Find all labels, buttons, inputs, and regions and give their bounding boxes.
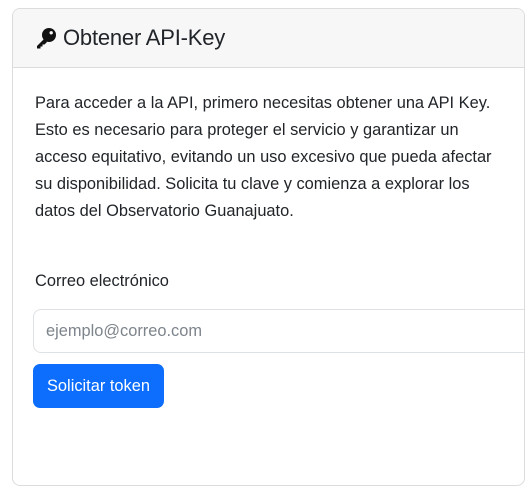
request-token-button[interactable]: Solicitar token	[33, 364, 164, 408]
email-field[interactable]	[33, 309, 524, 353]
key-icon	[33, 25, 59, 51]
card-body: Para acceder a la API, primero necesitas…	[13, 68, 524, 408]
email-label: Correo electrónico	[35, 272, 169, 290]
card-title: Obtener API-Key	[63, 25, 226, 50]
api-key-card: Obtener API-Key Para acceder a la API, p…	[12, 8, 525, 486]
description-text: Para acceder a la API, primero necesitas…	[35, 94, 492, 220]
card-header: Obtener API-Key	[13, 9, 524, 68]
